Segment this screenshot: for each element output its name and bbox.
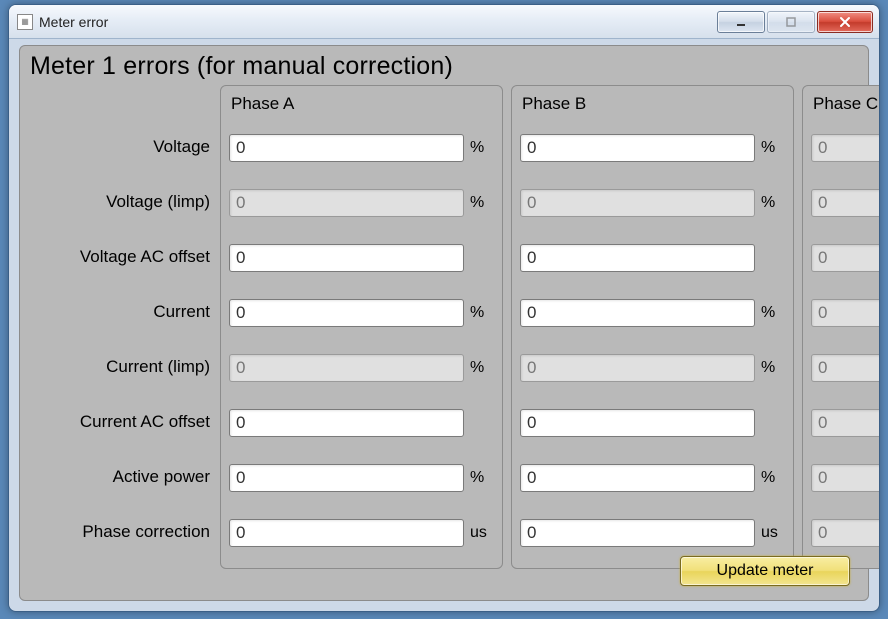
phase-b-active-power-input[interactable] [520, 464, 755, 492]
row-label-voltage-ac-offset: Voltage AC offset [30, 229, 212, 284]
row-label-phase-correction: Phase correction [30, 504, 212, 559]
unit-label: % [761, 469, 785, 487]
phase-b-voltage-limp-input [520, 189, 755, 217]
row-label-current-limp: Current (limp) [30, 339, 212, 394]
unit-label: % [761, 359, 785, 377]
row-label-current: Current [30, 284, 212, 339]
group-phase-b: Phase B % % % % % us [511, 85, 794, 569]
phase-c-current-limp-input [811, 354, 880, 382]
group-phase-c: Phase C % % % % % us [802, 85, 880, 569]
update-meter-button[interactable]: Update meter [680, 556, 850, 586]
unit-label: % [470, 304, 494, 322]
row-labels-column: Voltage Voltage (limp) Voltage AC offset… [30, 85, 212, 569]
unit-label: % [470, 469, 494, 487]
close-button[interactable] [817, 11, 873, 33]
phase-c-voltage-ac-offset-input [811, 244, 880, 272]
maximize-button[interactable] [767, 11, 815, 33]
unit-label: % [470, 194, 494, 212]
phase-a-active-power-input[interactable] [229, 464, 464, 492]
unit-label: % [470, 139, 494, 157]
page-title: Meter 1 errors (for manual correction) [30, 52, 858, 81]
app-window: ▦ Meter error Meter 1 errors (for manual… [8, 4, 880, 612]
unit-label: us [761, 524, 785, 542]
unit-label: % [761, 139, 785, 157]
phase-b-voltage-ac-offset-input[interactable] [520, 244, 755, 272]
footer: Update meter [680, 556, 850, 586]
minimize-button[interactable] [717, 11, 765, 33]
minimize-icon [735, 16, 747, 28]
unit-label: % [761, 304, 785, 322]
titlebar[interactable]: ▦ Meter error [9, 5, 879, 39]
unit-label: % [761, 194, 785, 212]
unit-label: % [470, 359, 494, 377]
phase-b-phase-correction-input[interactable] [520, 519, 755, 547]
unit-label: us [470, 524, 494, 542]
row-label-current-ac-offset: Current AC offset [30, 394, 212, 449]
phase-a-voltage-ac-offset-input[interactable] [229, 244, 464, 272]
row-label-voltage-limp: Voltage (limp) [30, 174, 212, 229]
close-icon [838, 15, 852, 29]
phase-a-current-limp-input [229, 354, 464, 382]
phase-c-phase-correction-input [811, 519, 880, 547]
group-title-phase-b: Phase B [522, 90, 785, 118]
row-label-voltage: Voltage [30, 119, 212, 174]
group-title-phase-a: Phase A [231, 90, 494, 118]
group-title-phase-c: Phase C [813, 90, 880, 118]
phase-a-voltage-limp-input [229, 189, 464, 217]
errors-grid: Voltage Voltage (limp) Voltage AC offset… [30, 85, 858, 569]
app-icon: ▦ [17, 14, 33, 30]
phase-c-active-power-input [811, 464, 880, 492]
phase-c-current-ac-offset-input [811, 409, 880, 437]
window-buttons [717, 11, 873, 33]
phase-b-current-input[interactable] [520, 299, 755, 327]
client-area: Meter 1 errors (for manual correction) V… [19, 45, 869, 601]
maximize-icon [785, 16, 797, 28]
phase-a-phase-correction-input[interactable] [229, 519, 464, 547]
row-label-active-power: Active power [30, 449, 212, 504]
phase-b-current-ac-offset-input[interactable] [520, 409, 755, 437]
window-title: Meter error [39, 14, 108, 30]
phase-b-current-limp-input [520, 354, 755, 382]
phase-c-voltage-limp-input [811, 189, 880, 217]
phase-b-voltage-input[interactable] [520, 134, 755, 162]
group-phase-a: Phase A % % % % % us [220, 85, 503, 569]
phase-c-voltage-input [811, 134, 880, 162]
phase-a-current-ac-offset-input[interactable] [229, 409, 464, 437]
phase-c-current-input [811, 299, 880, 327]
phase-a-voltage-input[interactable] [229, 134, 464, 162]
phase-a-current-input[interactable] [229, 299, 464, 327]
